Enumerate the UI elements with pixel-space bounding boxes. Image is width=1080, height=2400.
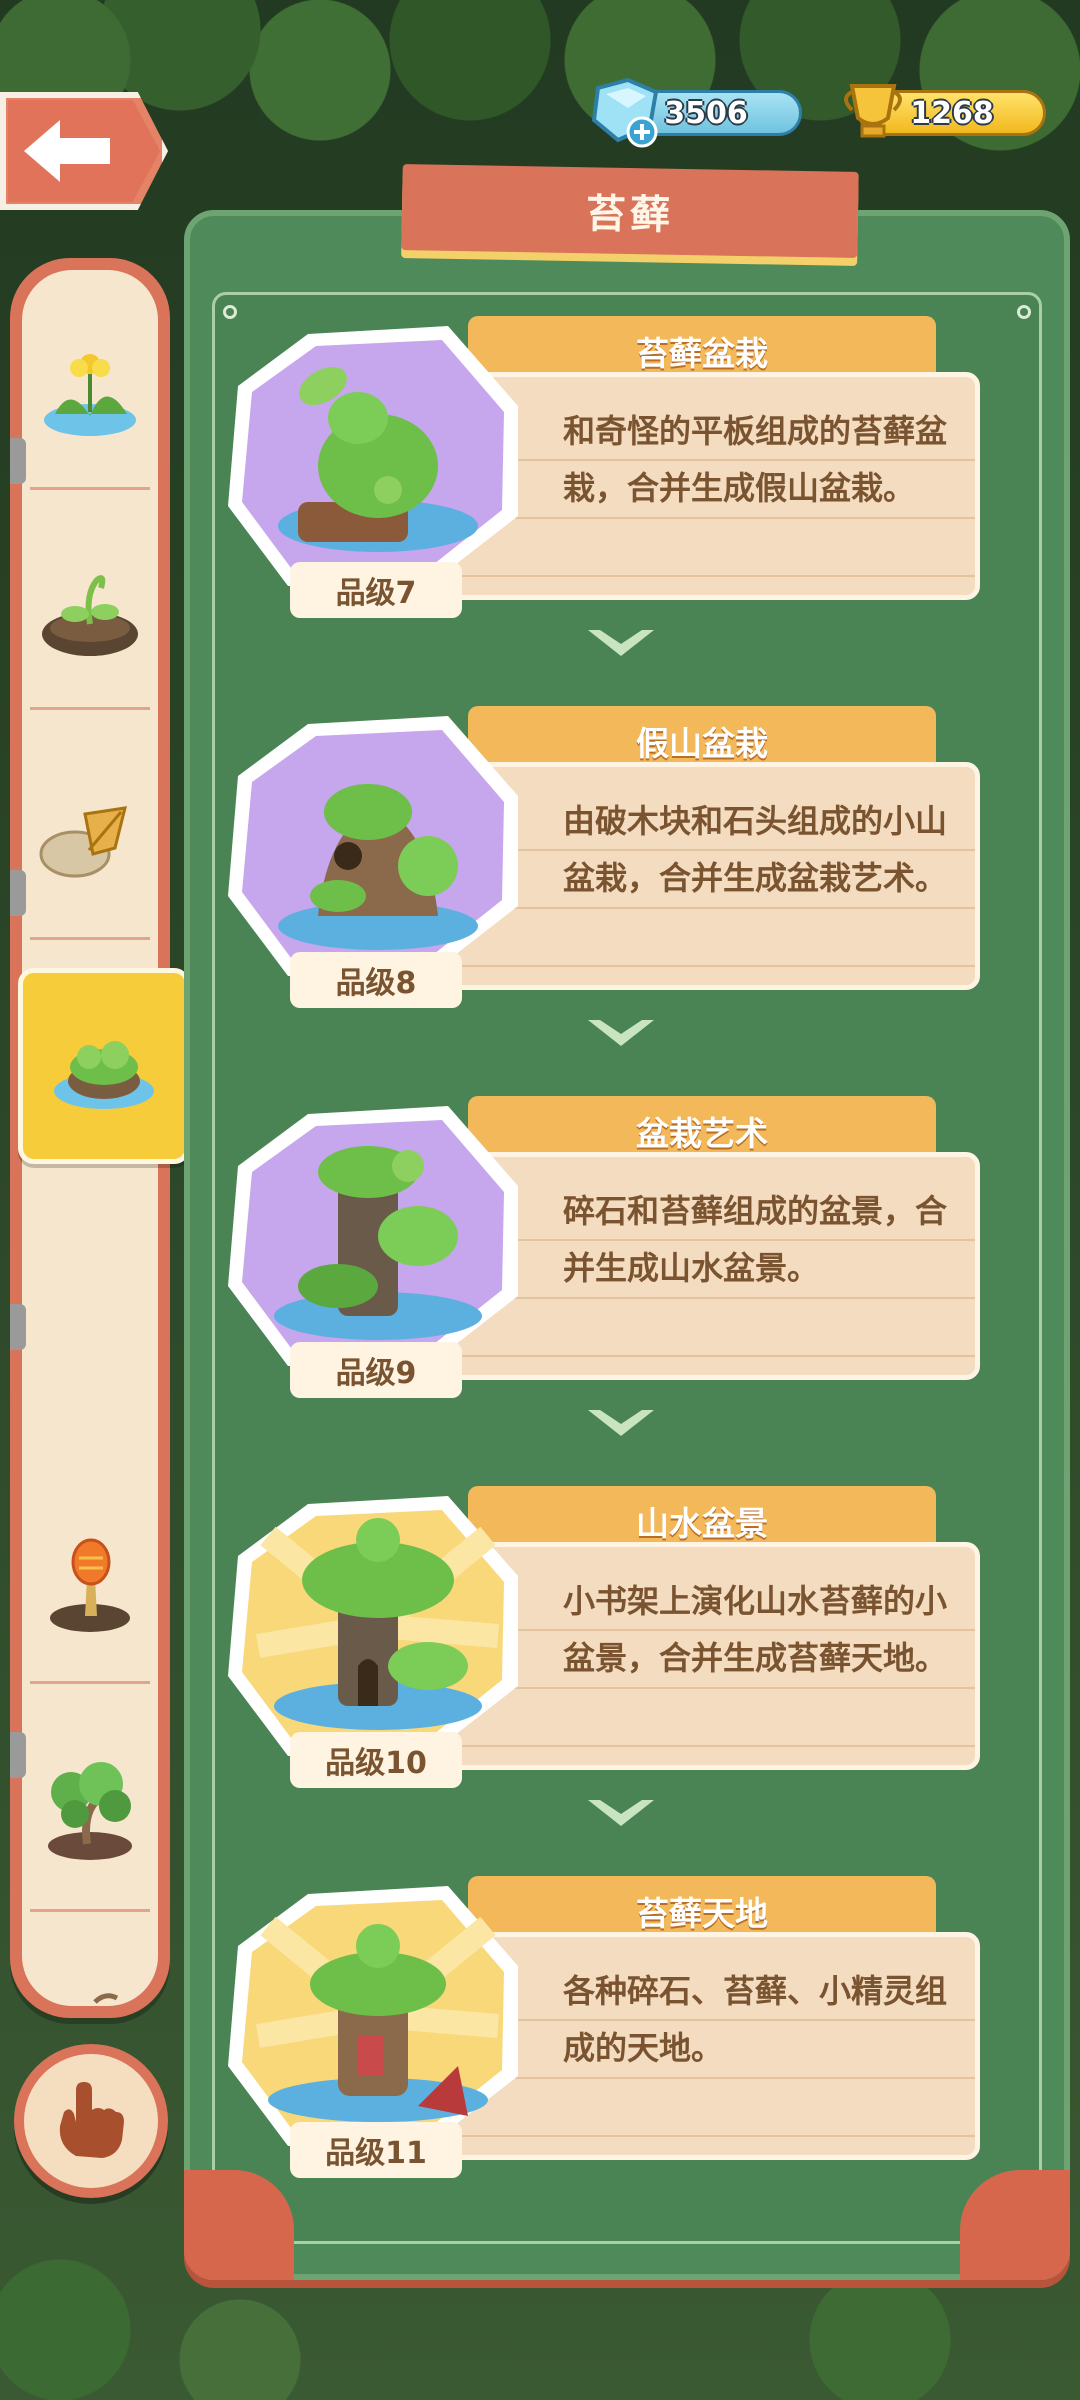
item-art	[228, 1886, 528, 2156]
gem-plus-icon[interactable]	[588, 78, 662, 148]
chevron-down-icon	[588, 1410, 654, 1436]
sidebar-tab	[10, 870, 26, 916]
back-button[interactable]	[0, 92, 168, 210]
category-yellow-flower[interactable]	[30, 290, 150, 490]
sprout-icon	[42, 574, 138, 656]
category-rock-leaf[interactable]	[30, 740, 150, 940]
item-art	[228, 716, 528, 986]
item-card[interactable]: 盆栽艺术 碎石和苔藓组成的盆景，合并生成山水盆景。 品级9	[228, 1096, 1008, 1406]
panel-title: 苔藓	[585, 191, 675, 239]
hand-pointer-icon	[59, 2082, 124, 2158]
bonsai-tree-icon	[48, 1761, 132, 1860]
chevron-down-icon	[588, 1020, 654, 1046]
item-grade: 品级7	[290, 562, 462, 618]
yellow-flower-icon	[44, 353, 136, 436]
chevron-down-icon	[588, 630, 654, 656]
item-grade: 品级8	[290, 952, 462, 1008]
moss-world-icon	[228, 1886, 518, 2146]
gold-count: 1268	[910, 95, 994, 131]
rock-leaf-icon	[39, 805, 128, 877]
grape-icon	[93, 1992, 119, 2004]
item-grade: 品级10	[290, 1732, 462, 1788]
landscape-bonsai-icon	[228, 1496, 518, 1756]
gem-count: 3506	[664, 95, 748, 131]
torch-plant-icon	[50, 1538, 130, 1632]
moss-icon	[54, 1041, 154, 1109]
category-sprout[interactable]	[30, 510, 150, 710]
category-grape[interactable]	[30, 1938, 150, 2006]
sidebar-tab	[10, 1304, 26, 1350]
item-art	[228, 326, 528, 596]
item-art	[228, 1106, 528, 1376]
sidebar-tab	[10, 438, 26, 484]
hand-pointer-button[interactable]	[14, 2044, 168, 2198]
item-grade: 品级9	[290, 1342, 462, 1398]
item-art	[228, 1496, 528, 1766]
gold-trophy-icon	[844, 84, 902, 138]
item-card[interactable]: 山水盆景 小书架上演化山水苔藓的小盆景，合并生成苔藓天地。 品级10	[228, 1486, 1008, 1796]
item-card[interactable]: 苔藓盆栽 和奇怪的平板组成的苔藓盆栽，合并生成假山盆栽。 品级7	[228, 316, 1008, 626]
category-moss-selected[interactable]	[18, 968, 190, 1164]
category-bonsai-tree[interactable]	[30, 1712, 150, 1912]
sidebar-tab	[10, 1732, 26, 1778]
moss-bonsai-icon	[228, 326, 518, 586]
category-torch-plant[interactable]	[30, 1484, 150, 1684]
back-arrow-icon	[24, 120, 110, 182]
item-card[interactable]: 假山盆栽 由破木块和石头组成的小山盆栽，合并生成盆栽艺术。 品级8	[228, 706, 1008, 1016]
bonsai-art-icon	[228, 1106, 518, 1366]
chevron-down-icon	[588, 1800, 654, 1826]
item-grade: 品级11	[290, 2122, 462, 2178]
item-card[interactable]: 苔藓天地 各种碎石、苔藓、小精灵组成的天地。 品级11	[228, 1876, 1008, 2186]
rockery-bonsai-icon	[228, 716, 518, 976]
panel-rivet	[1017, 305, 1031, 319]
panel-title-banner: 苔藓	[401, 164, 859, 258]
